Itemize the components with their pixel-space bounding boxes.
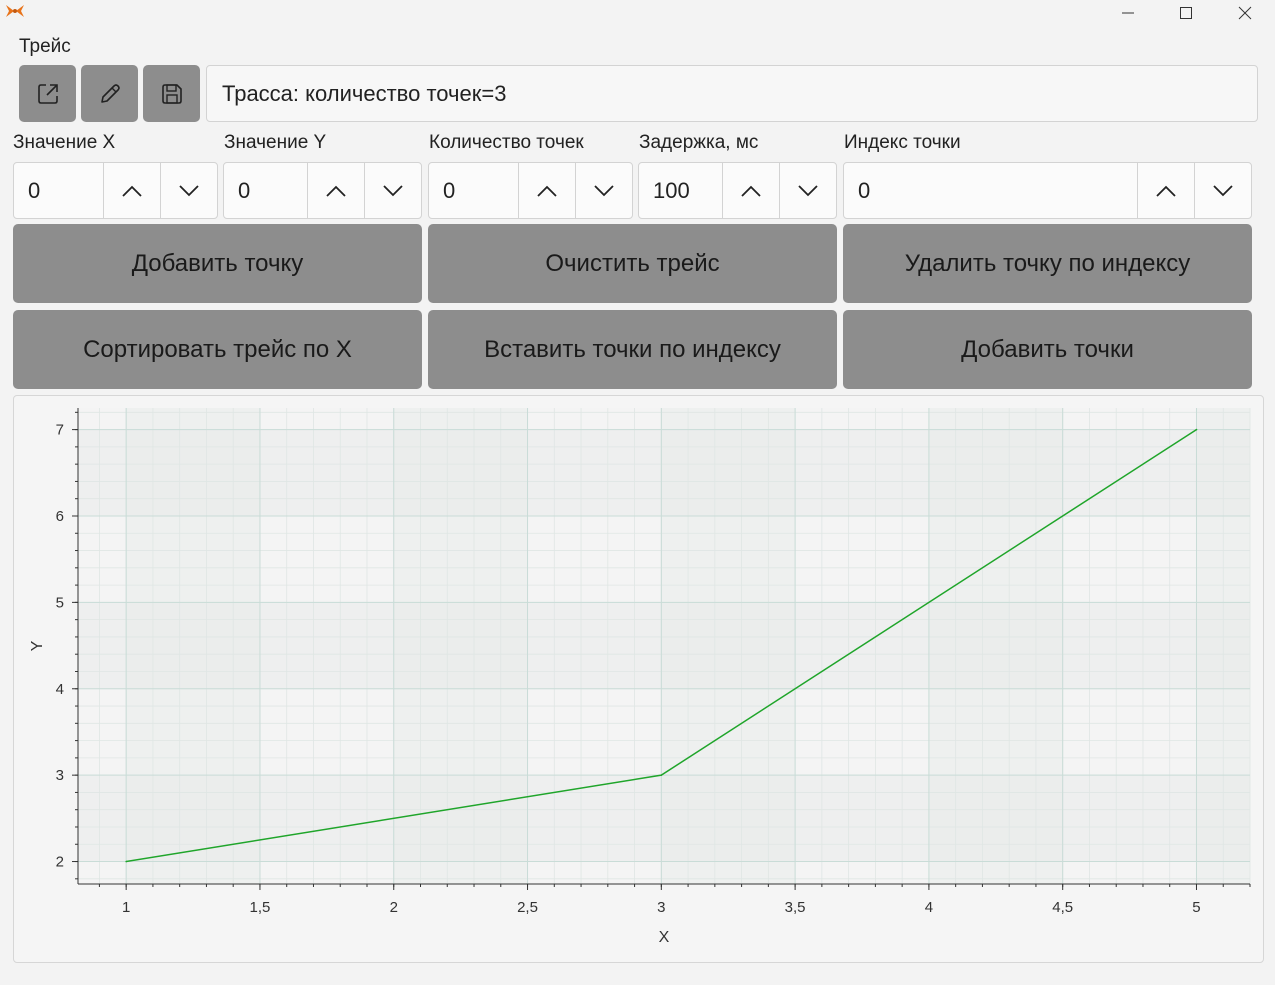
x-tick-label: 3 bbox=[657, 899, 665, 916]
x-tick-label: 2,5 bbox=[517, 899, 538, 916]
y-tick-label: 3 bbox=[56, 767, 64, 784]
chevron-down-icon bbox=[1213, 184, 1233, 196]
point-index-decrement-button[interactable] bbox=[1194, 163, 1251, 218]
point-index-input[interactable]: 0 bbox=[844, 163, 1137, 218]
delay-label: Задержка, мс bbox=[639, 132, 759, 153]
minimize-icon bbox=[1122, 12, 1134, 14]
minimize-button[interactable] bbox=[1099, 0, 1157, 26]
y-tick-label: 7 bbox=[56, 422, 64, 439]
chevron-up-icon bbox=[1156, 185, 1176, 197]
y-tick-label: 5 bbox=[56, 594, 64, 611]
app-logo-icon bbox=[6, 5, 24, 17]
trace-point bbox=[1195, 428, 1198, 431]
close-button[interactable] bbox=[1216, 0, 1274, 26]
trace-info-field: Трасса: количество точек=3 bbox=[206, 65, 1258, 122]
x-tick-label: 4,5 bbox=[1052, 899, 1073, 916]
maximize-icon bbox=[1180, 7, 1192, 19]
trace-chart[interactable]: 1 1,5 2 2,5 3 3,5 4 4,5 5 2 3 4 5 6 7 X Y bbox=[13, 395, 1264, 963]
y-band bbox=[78, 429, 1250, 516]
point-index-stepper[interactable]: 0 bbox=[843, 162, 1252, 219]
x-decrement-button[interactable] bbox=[160, 163, 217, 218]
delay-stepper[interactable]: 100 bbox=[638, 162, 837, 219]
y-band bbox=[78, 602, 1250, 689]
save-button[interactable] bbox=[143, 65, 200, 122]
maximize-button[interactable] bbox=[1157, 0, 1215, 26]
chevron-down-icon bbox=[179, 184, 199, 196]
title-bar bbox=[0, 0, 1275, 30]
points-count-input[interactable]: 0 bbox=[429, 163, 518, 218]
y-decrement-button[interactable] bbox=[364, 163, 421, 218]
delay-decrement-button[interactable] bbox=[779, 163, 836, 218]
y-tick-label: 4 bbox=[56, 681, 64, 698]
points-count-stepper[interactable]: 0 bbox=[428, 162, 633, 219]
delay-increment-button[interactable] bbox=[722, 163, 779, 218]
y-increment-button[interactable] bbox=[307, 163, 364, 218]
trace-menu-label[interactable]: Трейс bbox=[19, 36, 71, 58]
point-index-increment-button[interactable] bbox=[1137, 163, 1194, 218]
clear-trace-button[interactable]: Очистить трейс bbox=[428, 224, 837, 303]
chevron-down-icon bbox=[798, 184, 818, 196]
chevron-down-icon bbox=[594, 184, 614, 196]
x-tick-label: 4 bbox=[925, 899, 933, 916]
x-value-input[interactable]: 0 bbox=[14, 163, 103, 218]
x-value-stepper[interactable]: 0 bbox=[13, 162, 218, 219]
edit-button[interactable] bbox=[81, 65, 138, 122]
external-link-icon bbox=[37, 83, 58, 104]
sort-trace-by-x-button[interactable]: Сортировать трейс по X bbox=[13, 310, 422, 389]
points-count-increment-button[interactable] bbox=[518, 163, 575, 218]
export-button[interactable] bbox=[19, 65, 76, 122]
y-value-label: Значение Y bbox=[224, 132, 327, 153]
trace-point bbox=[660, 774, 663, 776]
x-axis-title: X bbox=[659, 929, 670, 946]
point-index-label: Индекс точки bbox=[844, 132, 961, 153]
x-increment-button[interactable] bbox=[103, 163, 160, 218]
points-count-label: Количество точек bbox=[429, 132, 584, 153]
y-band bbox=[78, 775, 1250, 862]
y-value-stepper[interactable]: 0 bbox=[223, 162, 422, 219]
y-axis-title: Y bbox=[29, 640, 46, 651]
add-points-button[interactable]: Добавить точки bbox=[843, 310, 1252, 389]
pencil-icon bbox=[100, 83, 120, 103]
delay-input[interactable]: 100 bbox=[639, 163, 722, 218]
close-icon bbox=[1238, 6, 1252, 20]
chevron-up-icon bbox=[741, 185, 761, 197]
chevron-up-icon bbox=[326, 185, 346, 197]
x-tick-label: 1,5 bbox=[250, 899, 271, 916]
y-value-input[interactable]: 0 bbox=[224, 163, 307, 218]
x-tick-label: 1 bbox=[122, 899, 130, 916]
x-tick-label: 2 bbox=[390, 899, 398, 916]
x-tick-label: 3,5 bbox=[785, 899, 806, 916]
save-icon bbox=[161, 83, 182, 104]
delete-point-by-index-button[interactable]: Удалить точку по индексу bbox=[843, 224, 1252, 303]
trace-point bbox=[125, 860, 127, 863]
add-point-button[interactable]: Добавить точку bbox=[13, 224, 422, 303]
chevron-up-icon bbox=[122, 185, 142, 197]
x-tick-label: 5 bbox=[1192, 899, 1200, 916]
chevron-down-icon bbox=[383, 184, 403, 196]
points-count-decrement-button[interactable] bbox=[575, 163, 632, 218]
insert-points-by-index-button[interactable]: Вставить точки по индексу bbox=[428, 310, 837, 389]
y-tick-label: 6 bbox=[56, 508, 64, 525]
y-tick-label: 2 bbox=[56, 854, 64, 871]
chevron-up-icon bbox=[537, 185, 557, 197]
chart-svg[interactable]: 1 1,5 2 2,5 3 3,5 4 4,5 5 2 3 4 5 6 7 X Y bbox=[14, 396, 1263, 962]
x-value-label: Значение X bbox=[13, 132, 116, 153]
